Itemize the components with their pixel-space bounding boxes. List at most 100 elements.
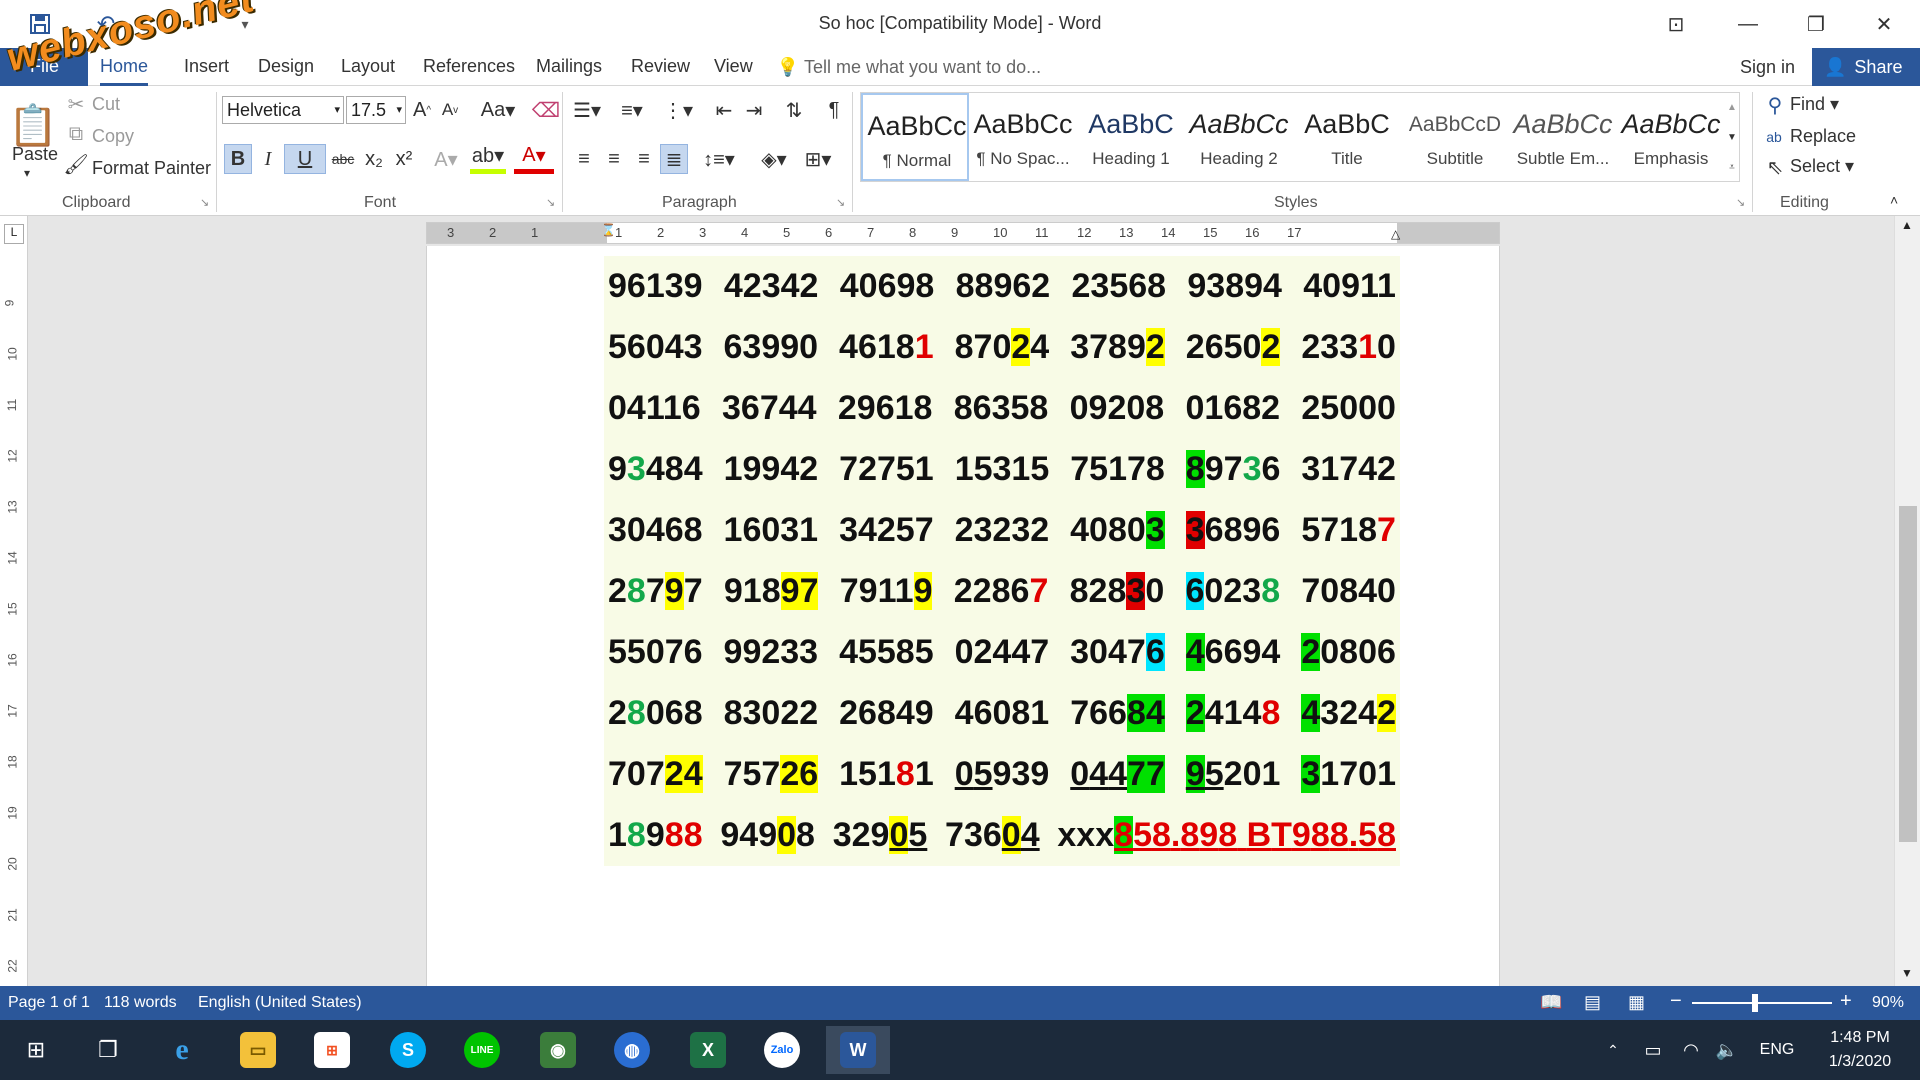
tab-mailings[interactable]: Mailings [536, 56, 602, 77]
number-cell[interactable]: 63990 [724, 328, 819, 367]
dialog-launcher-icon[interactable]: ↘ [1736, 196, 1745, 209]
battery-icon[interactable]: ▭ [1636, 1026, 1670, 1074]
chevron-up-icon[interactable]: ▲ [1725, 93, 1739, 121]
volume-icon[interactable]: 🔈 [1710, 1026, 1744, 1074]
language-indicator[interactable]: ENG [1752, 1026, 1802, 1074]
find-button[interactable]: Find ▾ [1790, 94, 1839, 115]
tab-references[interactable]: References [423, 56, 515, 77]
shrink-font-icon[interactable]: Av [438, 96, 462, 124]
skype-icon[interactable]: S [376, 1026, 440, 1074]
number-table[interactable]: 96139 42342 40698 88962 23568 93894 4091… [604, 256, 1400, 866]
bold-button[interactable]: B [224, 144, 252, 174]
number-cell[interactable]: 30468 [608, 511, 703, 550]
more-styles-icon[interactable]: ⩡ [1725, 153, 1739, 181]
indent-marker-icon[interactable]: △ [1391, 227, 1400, 241]
number-cell[interactable]: 31701 [1301, 755, 1396, 794]
tab-stop-icon[interactable]: L [4, 224, 24, 244]
copy-icon[interactable]: ⧉ [66, 122, 86, 146]
print-layout-icon[interactable]: ▤ [1584, 992, 1601, 1013]
number-cell[interactable]: 75726 [724, 755, 819, 794]
font-color-button[interactable]: A ▾ [514, 142, 554, 174]
vertical-scrollbar[interactable]: ▲ ▼ [1894, 216, 1920, 986]
number-cell[interactable]: 83022 [724, 694, 819, 733]
number-cell[interactable]: 01682 [1186, 389, 1281, 428]
word-count[interactable]: 118 words [104, 994, 177, 1012]
font-name-box[interactable]: Helvetica ▾ [222, 96, 344, 124]
restore-button[interactable]: ❐ [1780, 0, 1852, 48]
number-cell[interactable]: 56043 [608, 328, 703, 367]
number-cell[interactable]: 04477 [1070, 755, 1165, 794]
language-indicator[interactable]: English (United States) [198, 994, 362, 1012]
number-cell[interactable]: 60238 [1185, 572, 1280, 611]
line-spacing-icon[interactable]: ↕≡▾ [698, 144, 740, 174]
number-cell[interactable]: 23310 [1301, 328, 1396, 367]
globe-icon[interactable]: ◍ [600, 1026, 664, 1074]
font-size-box[interactable]: 17.5 ▾ [346, 96, 406, 124]
number-cell[interactable]: 93484 [608, 450, 703, 489]
grow-font-icon[interactable]: A ^ [410, 96, 434, 124]
zoom-in-icon[interactable]: + [1840, 990, 1852, 1013]
number-cell[interactable]: 28797 [608, 572, 703, 611]
sort-icon[interactable]: ⇅ [780, 96, 808, 124]
edge-icon[interactable]: e [150, 1026, 214, 1074]
underline-button[interactable]: U [284, 144, 326, 174]
number-cell[interactable]: 57187 [1301, 511, 1396, 550]
ribbon-display-icon[interactable]: ⊡ [1640, 0, 1712, 48]
number-cell[interactable]: 23568 [1072, 267, 1167, 306]
subscript-button[interactable]: x₂ [360, 144, 388, 174]
number-cell-last[interactable]: xxx858.898 BT988.58 [1057, 816, 1396, 855]
clock[interactable]: 1:48 PM 1/3/2020 [1810, 1026, 1910, 1074]
number-cell[interactable]: 32905 [833, 816, 927, 855]
scroll-up-icon[interactable]: ▲ [1901, 218, 1913, 232]
superscript-button[interactable]: x² [390, 144, 418, 174]
number-cell[interactable]: 70840 [1301, 572, 1396, 611]
explorer-icon[interactable]: ▭ [226, 1026, 290, 1074]
cut-button[interactable]: Cut [92, 94, 120, 115]
number-cell[interactable]: 24148 [1185, 694, 1280, 733]
excel-icon[interactable]: X [676, 1026, 740, 1074]
dialog-launcher-icon[interactable]: ↘ [836, 196, 845, 209]
style-title[interactable]: AaBbC Title [1293, 93, 1401, 181]
italic-button[interactable]: I [254, 144, 282, 174]
number-cell[interactable]: 43242 [1301, 694, 1396, 733]
style-subtle-emphasis[interactable]: AaBbCc Subtle Em... [1509, 93, 1617, 181]
number-cell[interactable]: 45585 [839, 633, 934, 672]
number-cell[interactable]: 76684 [1070, 694, 1165, 733]
text-effects-icon[interactable]: A▾ [428, 144, 464, 174]
number-cell[interactable]: 36896 [1185, 511, 1280, 550]
number-cell[interactable]: 89736 [1185, 450, 1280, 489]
number-cell[interactable]: 22867 [954, 572, 1049, 611]
number-cell[interactable]: 20806 [1301, 633, 1396, 672]
format-painter-icon[interactable]: 🖌 [63, 152, 88, 176]
tab-design[interactable]: Design [258, 56, 314, 77]
highlight-icon[interactable]: ab▾ [470, 142, 506, 174]
number-cell[interactable]: 95201 [1185, 755, 1280, 794]
start-icon[interactable]: ⊞ [4, 1026, 68, 1074]
strikethrough-button[interactable]: abc [328, 144, 358, 174]
chevron-down-icon[interactable]: ▾ [24, 166, 30, 180]
number-cell[interactable]: 46694 [1185, 633, 1280, 672]
style-heading-2[interactable]: AaBbCc Heading 2 [1185, 93, 1293, 181]
align-left-icon[interactable]: ≡ [570, 144, 598, 174]
number-cell[interactable]: 79119 [840, 572, 933, 611]
task-view-icon[interactable]: ❐ [76, 1026, 140, 1074]
number-cell[interactable]: 96139 [608, 267, 703, 306]
tab-insert[interactable]: Insert [184, 56, 229, 77]
change-case-icon[interactable]: Aa ▾ [478, 96, 518, 124]
number-cell[interactable]: 75178 [1070, 450, 1165, 489]
number-cell[interactable]: 46181 [839, 328, 934, 367]
number-cell[interactable]: 19942 [724, 450, 819, 489]
style-heading-1[interactable]: AaBbC Heading 1 [1077, 93, 1185, 181]
number-cell[interactable]: 31742 [1301, 450, 1396, 489]
align-right-icon[interactable]: ≡ [630, 144, 658, 174]
zoom-level[interactable]: 90% [1872, 994, 1904, 1012]
style-normal[interactable]: AaBbCc ¶ Normal [861, 93, 969, 181]
number-cell[interactable]: 40803 [1070, 511, 1165, 550]
number-cell[interactable]: 72751 [839, 450, 934, 489]
align-center-icon[interactable]: ≡ [600, 144, 628, 174]
replace-button[interactable]: Replace [1790, 126, 1856, 147]
scroll-down-icon[interactable]: ▼ [1901, 966, 1913, 980]
number-cell[interactable]: 26849 [839, 694, 934, 733]
number-cell[interactable]: 23232 [955, 511, 1050, 550]
zalo-icon[interactable]: Zalo [750, 1026, 814, 1074]
